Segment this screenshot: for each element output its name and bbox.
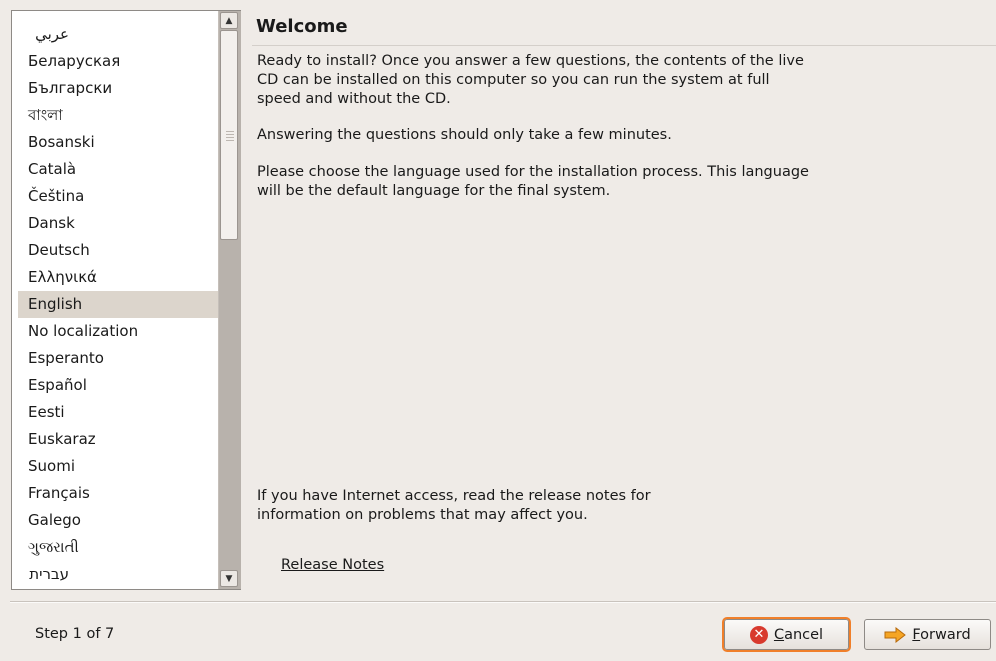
language-list-item[interactable]: Ελληνικά [18,264,219,291]
language-list-item[interactable]: ગુજરાતી [18,534,219,561]
language-list-item[interactable]: Català [18,156,219,183]
scroll-up-arrow-icon[interactable]: ▲ [220,12,238,29]
language-list-item[interactable]: Galego [18,507,219,534]
language-list-item[interactable]: Esperanto [18,345,219,372]
language-list-item[interactable]: Suomi [18,453,219,480]
language-list-item[interactable]: Čeština [18,183,219,210]
forward-button[interactable]: Forward [864,619,991,650]
language-list-item[interactable]: Беларуская [18,48,219,75]
language-list-scrollbar[interactable]: ▲ ▼ [218,11,241,589]
scroll-down-arrow-icon[interactable]: ▼ [220,570,238,587]
language-list-item[interactable]: Euskaraz [18,426,219,453]
scrollbar-thumb[interactable] [220,30,238,240]
language-list-item[interactable]: Français [18,480,219,507]
language-list-item[interactable]: Español [18,372,219,399]
language-instruction-text: Please choose the language used for the … [257,164,809,199]
language-list-item[interactable]: Български [18,75,219,102]
language-list-item[interactable]: No localization [18,318,219,345]
duration-text: Answering the questions should only take… [257,127,672,143]
cancel-button-label: Cancel [773,626,824,643]
release-notes-link[interactable]: Release Notes [281,557,384,573]
forward-arrow-icon [884,626,907,643]
language-list[interactable]: عربي Беларуская Български বাংলা Bosanski Cata… [18,21,219,591]
cancel-button[interactable]: ✕ Cancel [722,617,851,652]
step-indicator: Step 1 of 7 [35,626,115,642]
language-list-item[interactable]: Bosanski [18,129,219,156]
language-list-item[interactable]: عربي [18,21,219,48]
scrollbar-grip [226,131,234,143]
cancel-icon: ✕ [749,625,768,644]
language-list-item[interactable]: Deutsch [18,237,219,264]
release-notes-text: If you have Internet access, read the re… [257,488,651,523]
language-list-item[interactable]: Dansk [18,210,219,237]
language-list-item[interactable]: Eesti [18,399,219,426]
page-title: Welcome [256,16,348,37]
intro-text: Ready to install? Once you answer a few … [257,53,804,107]
title-divider [252,45,996,46]
language-list-panel: عربي Беларуская Български বাংলা Bosanski Cata… [11,10,241,590]
language-list-item[interactable]: বাংলা [18,102,219,129]
forward-button-label: Forward [912,626,971,643]
language-list-item[interactable]: English [18,291,219,318]
language-list-item[interactable]: עברית [18,561,219,588]
